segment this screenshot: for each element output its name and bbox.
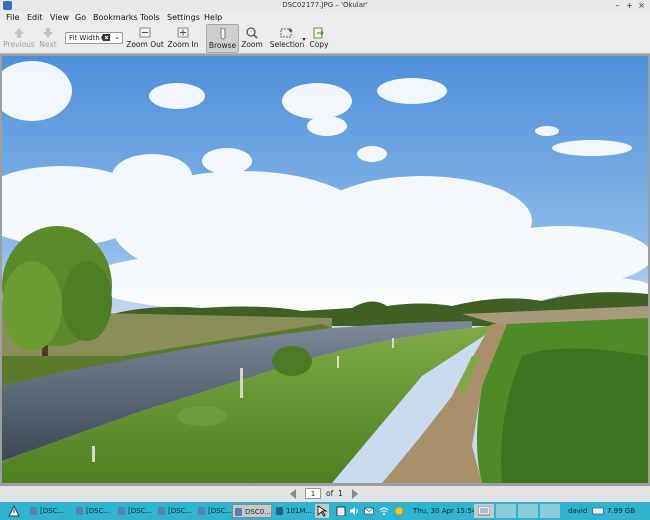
drive-icon (592, 506, 604, 516)
mouse-cursor-icon (315, 504, 329, 518)
browse-label: Browse (208, 41, 237, 50)
zoom-out-button[interactable]: Zoom Out (126, 24, 164, 53)
system-taskbar: [DSC... [DSC... [DSC... [DSC... [DSC... … (0, 502, 650, 520)
copy-icon (312, 27, 326, 39)
disk-free-label[interactable]: 7.99 GB (607, 504, 635, 518)
taskbar-item-label: [DSC... (128, 507, 153, 515)
weather-sun-icon[interactable] (394, 506, 404, 516)
copy-button[interactable]: Copy (308, 24, 330, 53)
menu-view[interactable]: View (50, 13, 69, 22)
selection-dropdown-arrow[interactable]: ▾ (301, 36, 307, 43)
page-navigation-bar: 1 of 1 (0, 486, 650, 502)
taskbar-clock[interactable]: Thu, 30 Apr 15:54 (413, 504, 476, 518)
previous-label: Previous (3, 40, 35, 49)
arrow-down-icon (41, 27, 55, 39)
image-file-icon (76, 507, 83, 515)
image-file-icon (30, 507, 37, 515)
zoom-in-icon (176, 27, 190, 39)
zoom-tool-button[interactable]: Zoom (240, 24, 264, 53)
menu-file[interactable]: File (6, 13, 19, 22)
menu-tools[interactable]: Tools (140, 13, 160, 22)
page-number-input[interactable]: 1 (305, 488, 321, 499)
close-button[interactable]: × (636, 0, 647, 11)
previous-page-arrow-icon[interactable] (290, 489, 296, 499)
taskbar-item-label: [DSC... (208, 507, 232, 515)
taskbar-item[interactable]: [DSC... (28, 504, 72, 518)
menu-settings[interactable]: Settings (167, 13, 200, 22)
taskbar-item-label: 101M... (286, 507, 312, 515)
menu-go[interactable]: Go (75, 13, 86, 22)
magnifier-icon (245, 27, 259, 39)
browse-tool-button[interactable]: Browse (206, 24, 239, 53)
next-label: Next (39, 40, 57, 49)
menu-edit[interactable]: Edit (27, 13, 43, 22)
minimize-button[interactable]: – (612, 0, 623, 11)
taskbar-item[interactable]: [DSC... (74, 504, 114, 518)
zoom-value: Fit Width (69, 34, 100, 42)
menubar: File Edit View Go Bookmarks Tools Settin… (0, 12, 650, 24)
hand-cursor-icon (216, 27, 230, 40)
next-button[interactable]: Next (36, 24, 60, 53)
taskbar-item-label: [DSC... (86, 507, 111, 515)
desktop-pager[interactable] (474, 504, 494, 518)
selection-icon (280, 27, 294, 39)
virtual-desktop-3[interactable] (518, 504, 538, 518)
taskbar-item[interactable]: [DSC... (116, 504, 154, 518)
next-page-arrow-icon[interactable] (352, 489, 358, 499)
taskbar-item[interactable]: [DSC... (156, 504, 194, 518)
menu-bookmarks[interactable]: Bookmarks (93, 13, 138, 22)
copy-label: Copy (309, 40, 329, 49)
zoom-out-label: Zoom Out (126, 40, 164, 49)
window-title: DSC02177.JPG – 'Okular' (282, 1, 368, 9)
taskbar-item[interactable]: 101M... (274, 504, 312, 518)
zoom-select[interactable]: Fit Width ⌄ (65, 32, 123, 44)
mail-icon[interactable] (364, 506, 374, 516)
landscape-photo (2, 56, 648, 483)
taskbar-item-label: [DSC... (168, 507, 193, 515)
zoom-in-label: Zoom In (167, 40, 199, 49)
zoom-out-icon (138, 27, 152, 39)
warning-triangle-icon[interactable] (8, 504, 20, 517)
zoom-in-button[interactable]: Zoom In (166, 24, 200, 53)
taskbar-item[interactable]: [DSC... (196, 504, 232, 518)
virtual-desktop-2[interactable] (496, 504, 516, 518)
main-toolbar: Previous Next Fit Width ⌄ Zoom Out Zoom … (0, 24, 650, 54)
previous-button[interactable]: Previous (3, 24, 35, 53)
image-file-icon (198, 507, 205, 515)
okular-app-icon (235, 508, 242, 516)
clear-text-icon[interactable] (101, 34, 110, 43)
taskbar-item-label: DSC0... (245, 508, 271, 516)
arrow-up-icon (12, 27, 26, 39)
image-file-icon (158, 507, 165, 515)
user-name[interactable]: david (568, 504, 587, 518)
image-file-icon (118, 507, 125, 515)
clipboard-icon[interactable] (336, 506, 346, 517)
taskbar-item-active[interactable]: DSC0... (232, 504, 272, 518)
volume-icon[interactable] (349, 506, 359, 516)
maximize-button[interactable]: + (624, 0, 635, 11)
chevron-down-icon[interactable]: ⌄ (114, 33, 120, 41)
menu-help[interactable]: Help (204, 13, 222, 22)
zoom-tool-label: Zoom (241, 40, 263, 49)
folder-icon (276, 507, 283, 515)
wifi-icon[interactable] (379, 506, 389, 516)
taskbar-item-label: [DSC... (40, 507, 65, 515)
page-total-label: 1 (338, 489, 343, 498)
document-view[interactable] (0, 54, 650, 486)
virtual-desktop-4[interactable] (540, 504, 560, 518)
page-of-label: of (326, 489, 334, 498)
